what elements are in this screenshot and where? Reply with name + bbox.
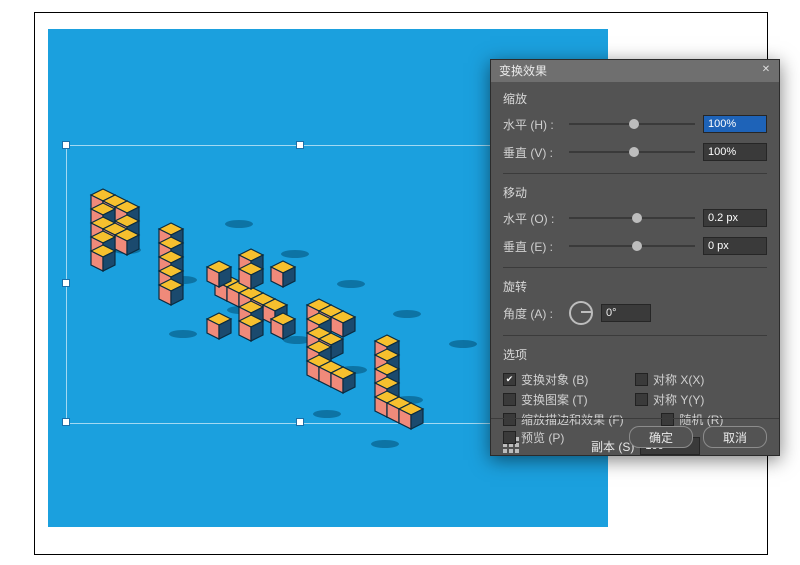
move-v-field[interactable] [703, 237, 767, 255]
move-group: 移动 水平 (O) : 垂直 (E) : [503, 184, 767, 257]
checkbox-icon[interactable] [635, 393, 648, 406]
scale-v-slider[interactable] [569, 145, 695, 159]
move-h-slider[interactable] [569, 211, 695, 225]
opt-transform-pattern[interactable]: 变换图案 (T) [503, 389, 635, 409]
preview-checkbox[interactable]: 预览 (P) [503, 429, 564, 446]
checkbox-icon[interactable] [503, 393, 516, 406]
move-v-label: 垂直 (E) : [503, 238, 569, 255]
scale-title: 缩放 [503, 90, 767, 107]
transform-effect-dialog: 变换效果 ✕ 缩放 水平 (H) : 垂直 (V) : 移动 水平 (O) : [490, 59, 780, 456]
scale-h-label: 水平 (H) : [503, 116, 569, 133]
options-title: 选项 [503, 346, 767, 363]
move-title: 移动 [503, 184, 767, 201]
cancel-button[interactable]: 取消 [703, 426, 767, 448]
move-h-field[interactable] [703, 209, 767, 227]
move-v-slider[interactable] [569, 239, 695, 253]
opt-reflect-y[interactable]: 对称 Y(Y) [635, 389, 767, 409]
isometric-pixel-text[interactable] [51, 99, 531, 469]
rotate-angle-label: 角度 (A) : [503, 305, 569, 322]
checkbox-icon[interactable] [503, 373, 516, 386]
scale-group: 缩放 水平 (H) : 垂直 (V) : [503, 90, 767, 163]
close-icon[interactable]: ✕ [759, 63, 773, 77]
dialog-titlebar[interactable]: 变换效果 ✕ [491, 60, 779, 82]
scale-h-slider[interactable] [569, 117, 695, 131]
move-h-label: 水平 (O) : [503, 210, 569, 227]
rotate-title: 旋转 [503, 278, 767, 295]
checkbox-icon[interactable] [503, 431, 516, 444]
opt-reflect-x[interactable]: 对称 X(X) [635, 369, 767, 389]
scale-h-field[interactable] [703, 115, 767, 133]
rotate-group: 旋转 角度 (A) : [503, 278, 767, 325]
checkbox-icon[interactable] [635, 373, 648, 386]
angle-dial-icon[interactable] [569, 301, 593, 325]
opt-transform-object[interactable]: 变换对象 (B) [503, 369, 635, 389]
ok-button[interactable]: 确定 [629, 426, 693, 448]
scale-v-label: 垂直 (V) : [503, 144, 569, 161]
rotate-angle-field[interactable] [601, 304, 651, 322]
scale-v-field[interactable] [703, 143, 767, 161]
dialog-title: 变换效果 [499, 64, 547, 78]
